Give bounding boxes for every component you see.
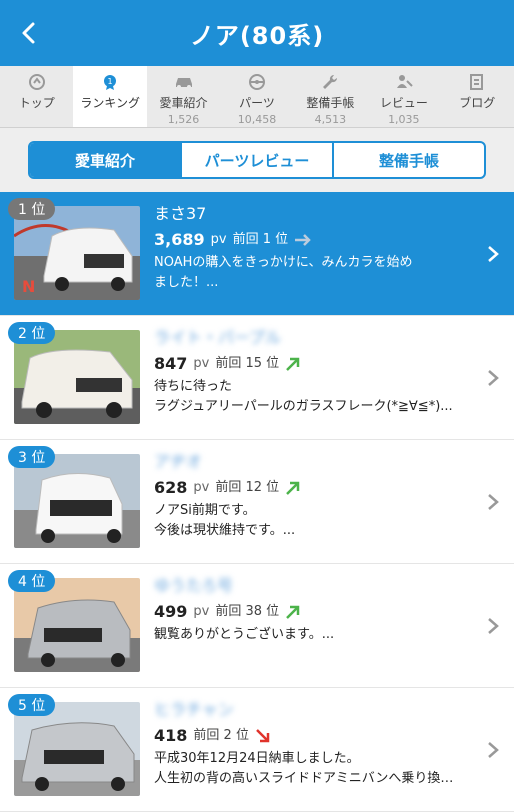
rank-badge: 4 位 bbox=[8, 570, 56, 592]
rank-badge: 1 位 bbox=[8, 198, 56, 220]
segment-maintenance[interactable]: 整備手帳 bbox=[334, 143, 484, 177]
description: 人生初の背の高いスライドドアミニバンへ乗り換… bbox=[154, 771, 454, 786]
pv-count: 418 bbox=[154, 726, 188, 745]
ranking-list: N 1 位 まさ37 3,689 pv 前回 1 位 NOAHの購入をきっかけに… bbox=[0, 192, 514, 812]
tab-parts[interactable]: パーツ 10,458 bbox=[220, 66, 293, 127]
trend-up-icon bbox=[286, 605, 300, 619]
app-header: ノア(80系) bbox=[0, 0, 514, 66]
chevron-right-icon bbox=[488, 741, 499, 758]
previous-rank: 前回 12 位 bbox=[215, 480, 280, 495]
user-name: アヂオ bbox=[154, 452, 203, 471]
pv-unit: pv bbox=[193, 604, 210, 619]
trend-flat-icon bbox=[295, 234, 311, 246]
trend-up-icon bbox=[286, 481, 300, 495]
item-content: ヒラチャン 418 前回 2 位 平成30年12月24日納車しました。 人生初の… bbox=[154, 698, 474, 788]
tab-count: 10,458 bbox=[237, 113, 277, 126]
pv-count: 847 bbox=[154, 354, 188, 373]
item-content: アヂオ 628 pv 前回 12 位 ノアSi前期です。 今後は現状維持です。.… bbox=[154, 450, 474, 540]
previous-rank: 前回 38 位 bbox=[215, 604, 280, 619]
chevron-right-icon bbox=[488, 245, 499, 262]
item-content: まさ37 3,689 pv 前回 1 位 NOAHの購入をきっかけに、みんカラを… bbox=[154, 202, 474, 292]
previous-rank: 前回 15 位 bbox=[215, 356, 280, 371]
tab-label: レビュー bbox=[379, 96, 428, 110]
description: ラグジュアリーパールのガラスフレーク(*≧∀≦*)... bbox=[154, 399, 453, 414]
ranking-item[interactable]: 2 位 ライト・パープル 847 pv 前回 15 位 待ちに待った ラグジュア… bbox=[0, 316, 514, 440]
segment-parts-review[interactable]: パーツレビュー bbox=[182, 143, 334, 177]
description: 待ちに待った bbox=[154, 379, 233, 394]
ranking-item[interactable]: N 1 位 まさ37 3,689 pv 前回 1 位 NOAHの購入をきっかけに… bbox=[0, 192, 514, 316]
previous-rank: 前回 1 位 bbox=[232, 232, 289, 247]
chevron-right-icon bbox=[488, 493, 499, 510]
ranking-item[interactable]: 4 位 ゆうたろ号 499 pv 前回 38 位 観覧ありがとうございます。..… bbox=[0, 564, 514, 688]
pv-count: 499 bbox=[154, 602, 188, 621]
item-content: ゆうたろ号 499 pv 前回 38 位 観覧ありがとうございます。... bbox=[154, 574, 474, 646]
item-content: ライト・パープル 847 pv 前回 15 位 待ちに待った ラグジュアリーパー… bbox=[154, 326, 474, 416]
chevron-right-icon bbox=[488, 617, 499, 634]
description: ノアSi前期です。 bbox=[154, 503, 256, 518]
segment-control-wrap: 愛車紹介 パーツレビュー 整備手帳 bbox=[0, 128, 514, 192]
review-icon bbox=[367, 72, 440, 92]
tab-count: 4,513 bbox=[314, 113, 347, 126]
description: 平成30年12月24日納車しました。 bbox=[154, 751, 360, 766]
description: NOAHの購入をきっかけに、みんカラを始め bbox=[154, 255, 413, 270]
tab-ranking[interactable]: 1 ランキング bbox=[73, 66, 147, 127]
tab-label: 愛車紹介 bbox=[159, 96, 208, 110]
ranking-item[interactable]: 5 位 ヒラチャン 418 前回 2 位 平成30年12月24日納車しました。 … bbox=[0, 688, 514, 812]
rank-badge: 5 位 bbox=[8, 694, 56, 716]
car-photo bbox=[14, 702, 140, 796]
pv-line: 628 pv 前回 12 位 bbox=[154, 476, 474, 500]
pv-line: 418 前回 2 位 bbox=[154, 724, 474, 748]
pv-count: 3,689 bbox=[154, 230, 205, 249]
tab-maintenance[interactable]: 整備手帳 4,513 bbox=[294, 66, 367, 127]
page-title: ノア(80系) bbox=[189, 22, 325, 50]
car-photo bbox=[14, 330, 140, 424]
user-name: まさ37 bbox=[154, 204, 207, 223]
user-name: ゆうたろ号 bbox=[154, 576, 234, 595]
tab-count: 1,526 bbox=[167, 113, 200, 126]
pv-count: 628 bbox=[154, 478, 188, 497]
category-tabs: トップ 1 ランキング 愛車紹介 1,526 パーツ 10,458 整備手帳 4… bbox=[0, 66, 514, 128]
tab-label: トップ bbox=[18, 96, 55, 110]
svg-text:1: 1 bbox=[108, 77, 113, 86]
tab-label: ランキング bbox=[80, 96, 140, 110]
tab-label: パーツ bbox=[239, 96, 275, 110]
top-icon bbox=[0, 72, 73, 92]
trend-up-icon bbox=[286, 357, 300, 371]
tab-review[interactable]: レビュー 1,035 bbox=[367, 66, 440, 127]
ranking-item[interactable]: 3 位 アヂオ 628 pv 前回 12 位 ノアSi前期です。 今後は現状維持… bbox=[0, 440, 514, 564]
pv-unit: pv bbox=[193, 356, 210, 371]
trend-down-icon bbox=[256, 729, 270, 743]
pv-line: 499 pv 前回 38 位 bbox=[154, 600, 474, 624]
blog-icon bbox=[441, 72, 514, 92]
previous-rank: 前回 2 位 bbox=[193, 728, 249, 743]
car-photo bbox=[14, 578, 140, 672]
pv-line: 3,689 pv 前回 1 位 bbox=[154, 228, 474, 252]
pv-unit: pv bbox=[193, 480, 210, 495]
segment-control: 愛車紹介 パーツレビュー 整備手帳 bbox=[28, 141, 486, 179]
car-photo: N bbox=[14, 206, 140, 300]
rank-badge: 2 位 bbox=[8, 322, 56, 344]
tab-car-intro[interactable]: 愛車紹介 1,526 bbox=[147, 66, 220, 127]
tab-label: ブログ bbox=[459, 96, 496, 110]
tab-blog[interactable]: ブログ bbox=[441, 66, 514, 127]
ranking-icon: 1 bbox=[73, 72, 146, 92]
tab-label: 整備手帳 bbox=[306, 96, 355, 110]
user-name: ヒラチャン bbox=[154, 700, 234, 719]
pv-line: 847 pv 前回 15 位 bbox=[154, 352, 474, 376]
rank-badge: 3 位 bbox=[8, 446, 56, 468]
chevron-right-icon bbox=[488, 369, 499, 386]
pv-unit: pv bbox=[210, 232, 227, 247]
car-icon bbox=[147, 72, 220, 92]
user-name: ライト・パープル bbox=[154, 328, 282, 347]
wrench-icon bbox=[294, 72, 367, 92]
steering-icon bbox=[220, 72, 293, 92]
description: 今後は現状維持です。... bbox=[154, 523, 296, 538]
segment-car-intro[interactable]: 愛車紹介 bbox=[30, 143, 182, 177]
svg-text:N: N bbox=[22, 277, 35, 296]
description: ました！... bbox=[154, 275, 219, 290]
tab-count: 1,035 bbox=[388, 113, 420, 126]
tab-top[interactable]: トップ bbox=[0, 66, 73, 127]
car-photo bbox=[14, 454, 140, 548]
description: 観覧ありがとうございます。... bbox=[154, 627, 335, 642]
